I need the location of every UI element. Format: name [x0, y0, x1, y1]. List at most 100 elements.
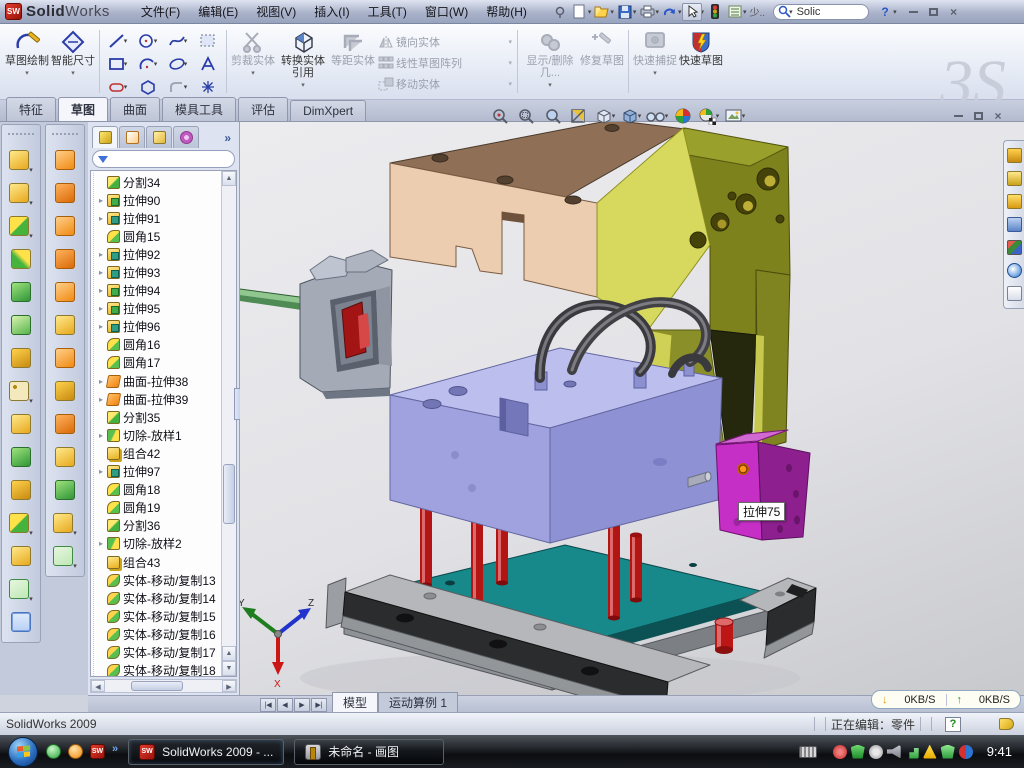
tree-item[interactable]: ▸ 切除-放样2 — [96, 535, 220, 553]
tree-item[interactable]: 分割34 — [96, 173, 220, 191]
planar-surface-icon[interactable] — [46, 341, 84, 374]
tree-item[interactable]: ▸ 切除-放样1 — [96, 426, 220, 444]
delete-face-icon[interactable] — [46, 440, 84, 473]
input-method-keyboard-icon[interactable] — [799, 746, 817, 758]
edit-appearance-icon[interactable] — [670, 106, 696, 126]
taskbar-clock[interactable]: 9:41 — [987, 744, 1012, 759]
menu-item-插入(I)[interactable]: 插入(I) — [305, 0, 358, 23]
tree-item[interactable]: ▸ 拉伸92 — [96, 245, 220, 263]
appearances-icon[interactable] — [1007, 240, 1022, 255]
new-document-icon[interactable] — [570, 3, 590, 21]
tab-nav-button[interactable]: |◀ — [260, 698, 276, 712]
slot-icon[interactable]: ▾ — [103, 75, 133, 98]
scroll-up-arrow[interactable]: ▲ — [222, 171, 236, 186]
tree-item[interactable]: 圆角18 — [96, 481, 220, 499]
surface-sweep-icon[interactable] — [46, 209, 84, 242]
swept-boss-icon[interactable] — [2, 242, 40, 275]
circle-icon[interactable]: ▾ — [133, 29, 163, 52]
trim-entities-button[interactable]: 剪裁实体▾ — [230, 26, 276, 97]
tree-item[interactable]: ▸ 曲面-拉伸39 — [96, 390, 220, 408]
curves-icon[interactable]: ▾ — [2, 572, 40, 605]
hole-wizard-icon[interactable] — [2, 341, 40, 374]
polygon-icon[interactable] — [133, 75, 163, 98]
featuremanager-tab[interactable] — [92, 126, 118, 148]
replace-face-icon[interactable] — [46, 473, 84, 506]
repair-sketch-button[interactable]: 修复草图▾ — [579, 26, 625, 97]
pin-icon[interactable] — [550, 3, 570, 21]
view-palette-icon[interactable] — [1007, 217, 1022, 232]
status-help-icon[interactable]: ? — [945, 717, 961, 732]
updates-gear-icon[interactable] — [869, 745, 883, 759]
hscroll-thumb[interactable] — [131, 681, 183, 691]
line-icon[interactable]: ▾ — [103, 29, 133, 52]
select-arrow-icon[interactable] — [682, 3, 702, 21]
menu-item-工具(T)[interactable]: 工具(T) — [359, 0, 416, 23]
tree-item[interactable]: 实体-移动/复制17 — [96, 643, 220, 661]
menu-item-视图(V)[interactable]: 视图(V) — [247, 0, 305, 23]
tab-nav-button[interactable]: ▶ — [294, 698, 310, 712]
sync-icon[interactable] — [959, 745, 973, 759]
options-list-icon[interactable] — [725, 3, 745, 21]
rapid-sketch-button[interactable]: 快速草图▾ — [678, 26, 724, 97]
tree-item[interactable]: 圆角16 — [96, 336, 220, 354]
start-button[interactable] — [8, 737, 38, 767]
guard-shield-icon[interactable] — [941, 745, 955, 759]
surface-extrude-icon[interactable] — [46, 143, 84, 176]
help-icon[interactable]: ? — [875, 3, 895, 21]
combine-icon[interactable] — [2, 473, 40, 506]
trim-surface-icon[interactable]: ▾ — [46, 539, 84, 572]
tree-item[interactable]: 实体-移动/复制13 — [96, 571, 220, 589]
network-warning-icon[interactable] — [923, 745, 937, 759]
tab-草图[interactable]: 草图 — [58, 97, 108, 121]
tab-模具工具[interactable]: 模具工具 — [162, 97, 236, 121]
propertymanager-tab[interactable] — [119, 126, 145, 148]
text-icon[interactable] — [193, 52, 223, 75]
tab-曲面[interactable]: 曲面 — [110, 97, 160, 121]
extruded-boss-icon[interactable]: ▾ — [2, 143, 40, 176]
dimxpertmanager-tab[interactable] — [173, 126, 199, 148]
taskbar-task-button[interactable]: SWSolidWorks 2009 - ... — [128, 739, 284, 765]
print-icon[interactable] — [637, 3, 657, 21]
zoom-fit-icon[interactable] — [488, 106, 514, 126]
tree-horizontal-scrollbar[interactable]: ◀ ▶ — [90, 679, 237, 693]
tree-item[interactable]: 分割35 — [96, 408, 220, 426]
tree-item[interactable]: ▸ 拉伸95 — [96, 300, 220, 318]
quick-snaps-button[interactable]: 快速捕捉▾ — [632, 26, 678, 97]
convert-entities-button[interactable]: 转换实体引用▾ — [276, 26, 330, 97]
solidworks-icon[interactable]: SW — [90, 744, 105, 759]
tree-item[interactable]: 圆角19 — [96, 499, 220, 517]
tab-nav-button[interactable]: ▶| — [311, 698, 327, 712]
view-settings-icon[interactable]: ▾ — [722, 106, 748, 126]
wrap-icon[interactable] — [2, 440, 40, 473]
ruled-surface-icon[interactable] — [46, 407, 84, 440]
arc-icon[interactable]: ▾ — [133, 52, 163, 75]
select-box-icon[interactable] — [193, 29, 223, 52]
tree-filter-input[interactable] — [92, 150, 235, 168]
filled-surface-icon[interactable] — [46, 308, 84, 341]
menu-item-帮助(H)[interactable]: 帮助(H) — [477, 0, 536, 23]
scroll-split-arrow[interactable]: ▲ — [222, 646, 236, 661]
boundary-surface-icon[interactable] — [46, 275, 84, 308]
ellipse-icon[interactable]: ▾ — [163, 52, 193, 75]
taskbar-task-button[interactable]: 未命名 - 画图 — [294, 739, 444, 765]
scroll-thumb[interactable] — [223, 464, 235, 524]
resources-home-icon[interactable] — [1007, 148, 1022, 163]
app-ball-icon[interactable] — [68, 744, 83, 759]
menu-item-窗口(W)[interactable]: 窗口(W) — [416, 0, 477, 23]
surface-loft-icon[interactable] — [46, 242, 84, 275]
tree-item[interactable]: ▸ 曲面-拉伸38 — [96, 372, 220, 390]
offset-surface-icon[interactable] — [46, 374, 84, 407]
tree-item[interactable]: 分割36 — [96, 517, 220, 535]
instant3d-icon[interactable] — [2, 605, 40, 638]
spline-icon[interactable]: ▾ — [163, 29, 193, 52]
close-button[interactable]: × — [944, 4, 964, 20]
tab-DimXpert[interactable]: DimXpert — [290, 100, 366, 121]
smart-dimension-button[interactable]: 智能尺寸▾ — [50, 26, 96, 97]
search-input[interactable]: ▾ Solic — [773, 4, 869, 20]
tree-item[interactable]: 实体-移动/复制15 — [96, 607, 220, 625]
tree-item[interactable]: 组合42 — [96, 444, 220, 462]
volume-icon[interactable] — [887, 745, 901, 759]
magnifying-glass-icon[interactable] — [540, 106, 566, 126]
display-delete-relations-button[interactable]: 显示/删除几...▾ — [521, 26, 579, 97]
tree-item[interactable]: 实体-移动/复制18 — [96, 662, 220, 677]
